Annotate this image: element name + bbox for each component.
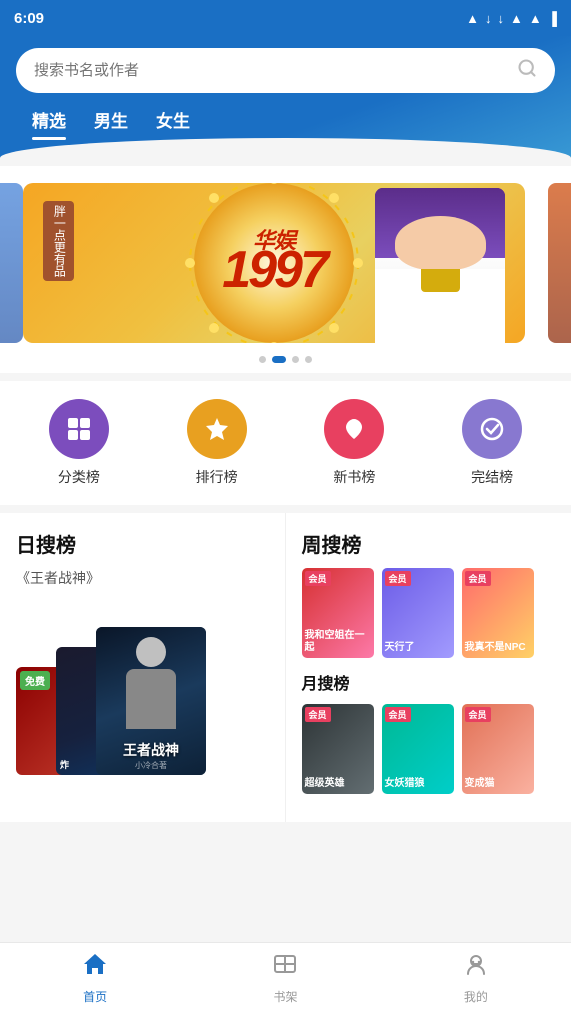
weekly-book-3[interactable]: 会员 我真不是NPC [462, 568, 534, 658]
banner-slide[interactable]: 胖一点更有品 [23, 183, 525, 343]
status-time: 6:09 [14, 10, 44, 27]
banner-dot-4 [305, 356, 312, 363]
weekly-rank-title: 周搜榜 [302, 529, 556, 558]
banner-dots [0, 356, 571, 363]
new-icon [324, 399, 384, 459]
search-input[interactable] [34, 62, 507, 79]
shelf-label: 书架 [273, 988, 297, 1005]
book-cover-3[interactable]: 王者战神 小冷合著 [96, 627, 206, 775]
weekly-book-1-title: 我和空姐在一起 [305, 630, 371, 654]
mine-label: 我的 [464, 988, 488, 1005]
mine-icon [463, 951, 489, 984]
nav-home[interactable]: 首页 [0, 943, 190, 1012]
banner-left-peek [0, 183, 23, 343]
home-label: 首页 [83, 988, 107, 1005]
banner-container: 胖一点更有品 [0, 178, 571, 348]
weekly-books: 会员 我和空姐在一起 会员 天行了 会员 我真不是NPC [302, 568, 556, 658]
daily-rank-top: 《王者战神》 [16, 568, 269, 588]
rankings-section: 日搜榜 《王者战神》 免费 炸 [0, 513, 571, 822]
banner-subtitle: 胖一点更有品 [43, 201, 75, 281]
nav-mine[interactable]: 我的 [381, 943, 571, 1012]
tab-male[interactable]: 男生 [94, 107, 128, 138]
category-rank[interactable]: 排行榜 [187, 399, 247, 487]
search-bar [16, 48, 555, 93]
daily-rank: 日搜榜 《王者战神》 免费 炸 [0, 513, 286, 822]
banner-dot-1 [259, 356, 266, 363]
home-icon [82, 951, 108, 984]
rank-icon [187, 399, 247, 459]
monthly-book-1-badge: 会员 [305, 707, 331, 722]
category-complete[interactable]: 完结榜 [462, 399, 522, 487]
monthly-book-3-badge: 会员 [465, 707, 491, 722]
banner-dot-2 [272, 356, 286, 363]
main-content: 胖一点更有品 [0, 166, 571, 902]
wifi-icon: ▲ [529, 11, 542, 26]
weekly-book-3-badge: 会员 [465, 571, 491, 586]
category-new[interactable]: 新书榜 [324, 399, 384, 487]
monthly-rank-title: 月搜榜 [302, 670, 556, 694]
banner-right-peek [548, 183, 571, 343]
header: 精选 男生 女生 [0, 36, 571, 166]
monthly-books: 会员 超级英雄 会员 女妖猎狼 会员 变成猫 [302, 704, 556, 794]
nav-shelf[interactable]: 书架 [190, 943, 380, 1012]
weekly-book-2-badge: 会员 [385, 571, 411, 586]
weekly-book-1[interactable]: 会员 我和空姐在一起 [302, 568, 374, 658]
download-icon-3: ↓ [498, 11, 505, 26]
monthly-book-2[interactable]: 会员 女妖猎狼 [382, 704, 454, 794]
book-stack: 免费 炸 [16, 600, 269, 775]
weekly-monthly-rank: 周搜榜 会员 我和空姐在一起 会员 天行了 会员 我真不是NPC [286, 513, 571, 822]
download-icon-1: ▲ [466, 11, 479, 26]
complete-label: 完结榜 [471, 467, 513, 487]
book-badge-free: 免费 [20, 671, 50, 690]
status-icons: ▲ ↓ ↓ ▲ ▲ ▐ [466, 11, 557, 26]
monthly-book-3[interactable]: 会员 变成猫 [462, 704, 534, 794]
monthly-book-2-title: 女妖猎狼 [385, 778, 451, 790]
category-classify[interactable]: 分类榜 [49, 399, 109, 487]
daily-rank-title: 日搜榜 [16, 529, 269, 558]
monthly-book-3-title: 变成猫 [465, 778, 531, 790]
download-icon-2: ↓ [485, 11, 492, 26]
tab-female[interactable]: 女生 [156, 107, 190, 138]
new-label: 新书榜 [333, 467, 375, 487]
tab-featured[interactable]: 精选 [32, 107, 66, 138]
bottom-nav: 首页 书架 我的 [0, 942, 571, 1012]
search-icon[interactable] [517, 58, 537, 83]
monthly-book-1-title: 超级英雄 [305, 778, 371, 790]
categories: 分类榜 排行榜 新书榜 [0, 381, 571, 505]
weekly-book-2[interactable]: 会员 天行了 [382, 568, 454, 658]
signal-icon: ▲ [510, 11, 523, 26]
shelf-icon [272, 951, 298, 984]
classify-label: 分类榜 [58, 467, 100, 487]
rank-label: 排行榜 [196, 467, 238, 487]
banner-character [375, 188, 505, 343]
weekly-book-3-title: 我真不是NPC [465, 642, 531, 654]
status-bar: 6:09 ▲ ↓ ↓ ▲ ▲ ▐ [0, 0, 571, 36]
tabs-bar: 精选 男生 女生 [16, 93, 555, 138]
monthly-book-2-badge: 会员 [385, 707, 411, 722]
banner-section: 胖一点更有品 [0, 166, 571, 373]
banner-dot-3 [292, 356, 299, 363]
weekly-book-1-badge: 会员 [305, 571, 331, 586]
weekly-book-2-title: 天行了 [385, 642, 451, 654]
monthly-book-1[interactable]: 会员 超级英雄 [302, 704, 374, 794]
classify-icon [49, 399, 109, 459]
battery-icon: ▐ [548, 11, 557, 26]
complete-icon [462, 399, 522, 459]
